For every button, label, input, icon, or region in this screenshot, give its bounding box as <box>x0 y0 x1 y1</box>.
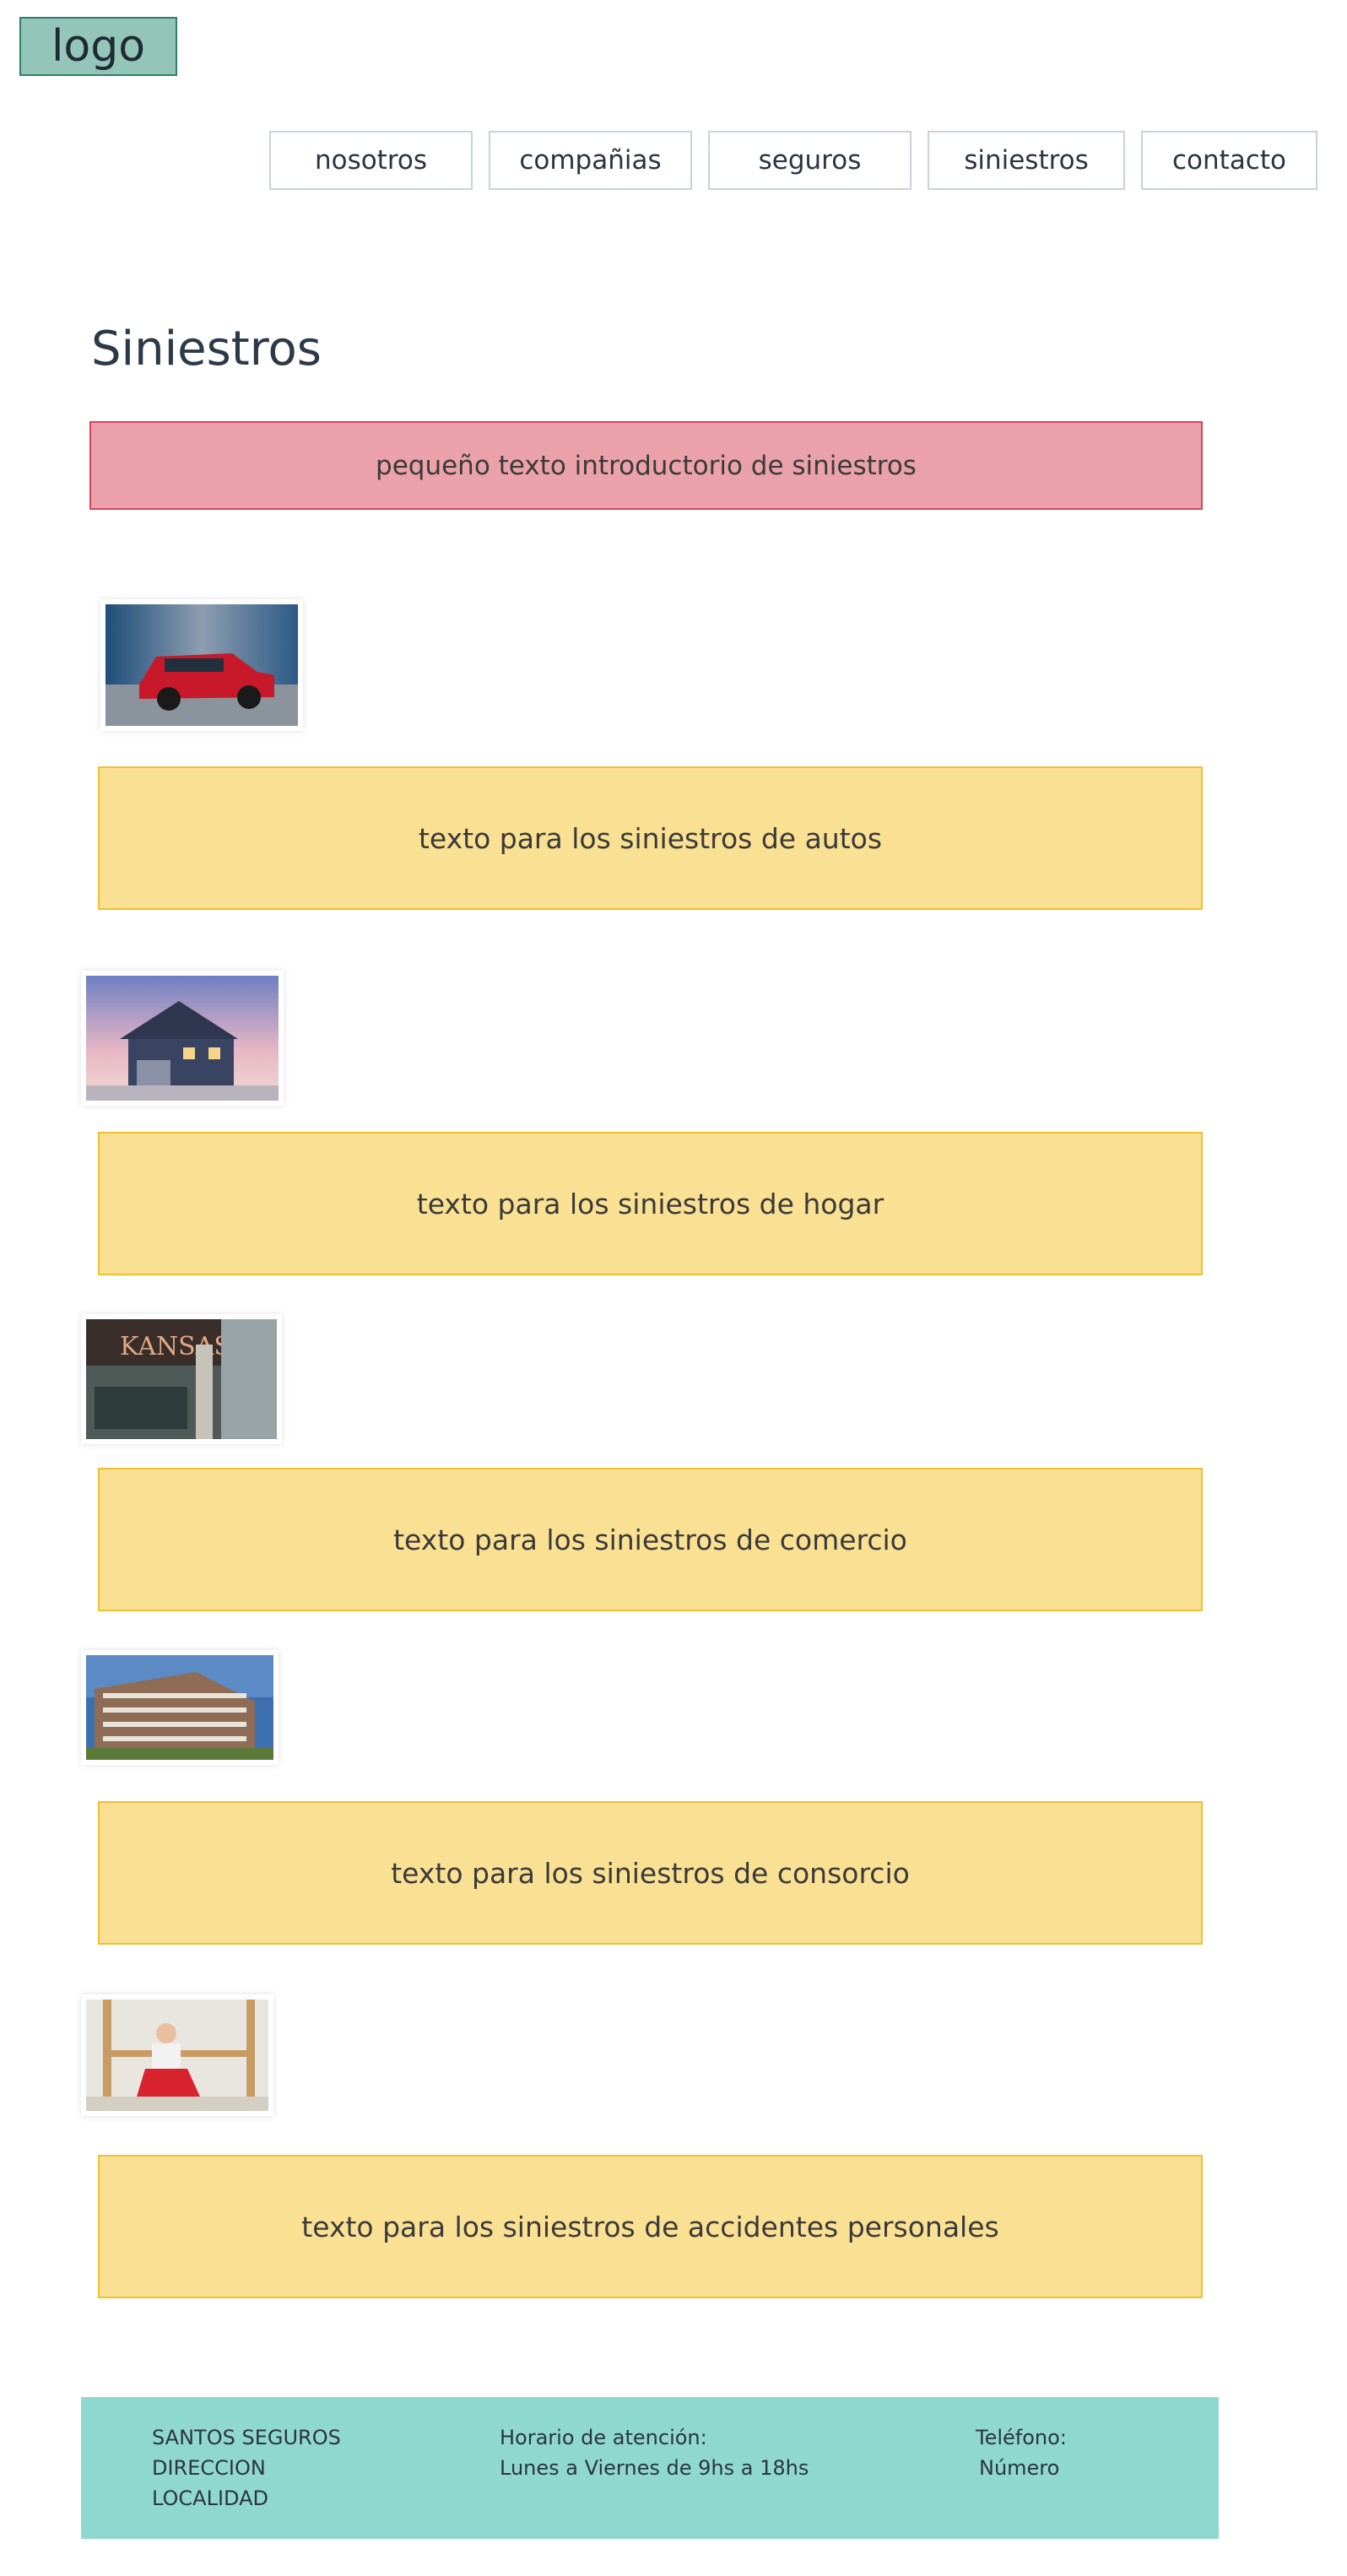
footer-company-name: SANTOS SEGUROS <box>152 2426 341 2449</box>
house-image <box>81 971 284 1106</box>
nav-item-seguros[interactable]: seguros <box>708 131 912 190</box>
page-title: Siniestros <box>91 322 322 376</box>
footer-phone-value: Número <box>979 2456 1060 2480</box>
footer: SANTOS SEGUROS DIRECCION LOCALIDAD Horar… <box>81 2397 1219 2539</box>
intro-text-box: pequeño texto introductorio de siniestro… <box>89 421 1203 510</box>
nav-item-contacto[interactable]: contacto <box>1141 131 1317 190</box>
red-suv-car-image <box>100 599 303 731</box>
comercio-text-box: texto para los siniestros de comercio <box>98 1468 1203 1611</box>
footer-locality: LOCALIDAD <box>152 2487 268 2510</box>
footer-hours-value: Lunes a Viernes de 9hs a 18hs <box>500 2456 809 2480</box>
accidentes-text-box: texto para los siniestros de accidentes … <box>98 2155 1203 2298</box>
footer-hours-label: Horario de atención: <box>500 2426 707 2449</box>
footer-address: DIRECCION <box>152 2456 266 2480</box>
hogar-text-box: texto para los siniestros de hogar <box>98 1132 1203 1275</box>
footer-phone-label: Teléfono: <box>976 2426 1067 2449</box>
nav-item-siniestros[interactable]: siniestros <box>928 131 1125 190</box>
footer-phone: Teléfono: Número <box>976 2422 1067 2483</box>
nav-item-nosotros[interactable]: nosotros <box>269 131 473 190</box>
consorcio-text-box: texto para los siniestros de consorcio <box>98 1801 1203 1945</box>
nav-item-companias[interactable]: compañias <box>489 131 692 190</box>
footer-hours: Horario de atención: Lunes a Viernes de … <box>500 2422 809 2483</box>
logo[interactable]: logo <box>19 17 177 76</box>
apartment-building-image <box>81 1650 279 1765</box>
autos-text-box: texto para los siniestros de autos <box>98 766 1203 910</box>
footer-company: SANTOS SEGUROS DIRECCION LOCALIDAD <box>152 2422 341 2514</box>
storefront-sign-text: KANSAS <box>120 1332 231 1361</box>
storefront-image: KANSAS <box>81 1314 282 1444</box>
injured-worker-image <box>81 1994 273 2116</box>
